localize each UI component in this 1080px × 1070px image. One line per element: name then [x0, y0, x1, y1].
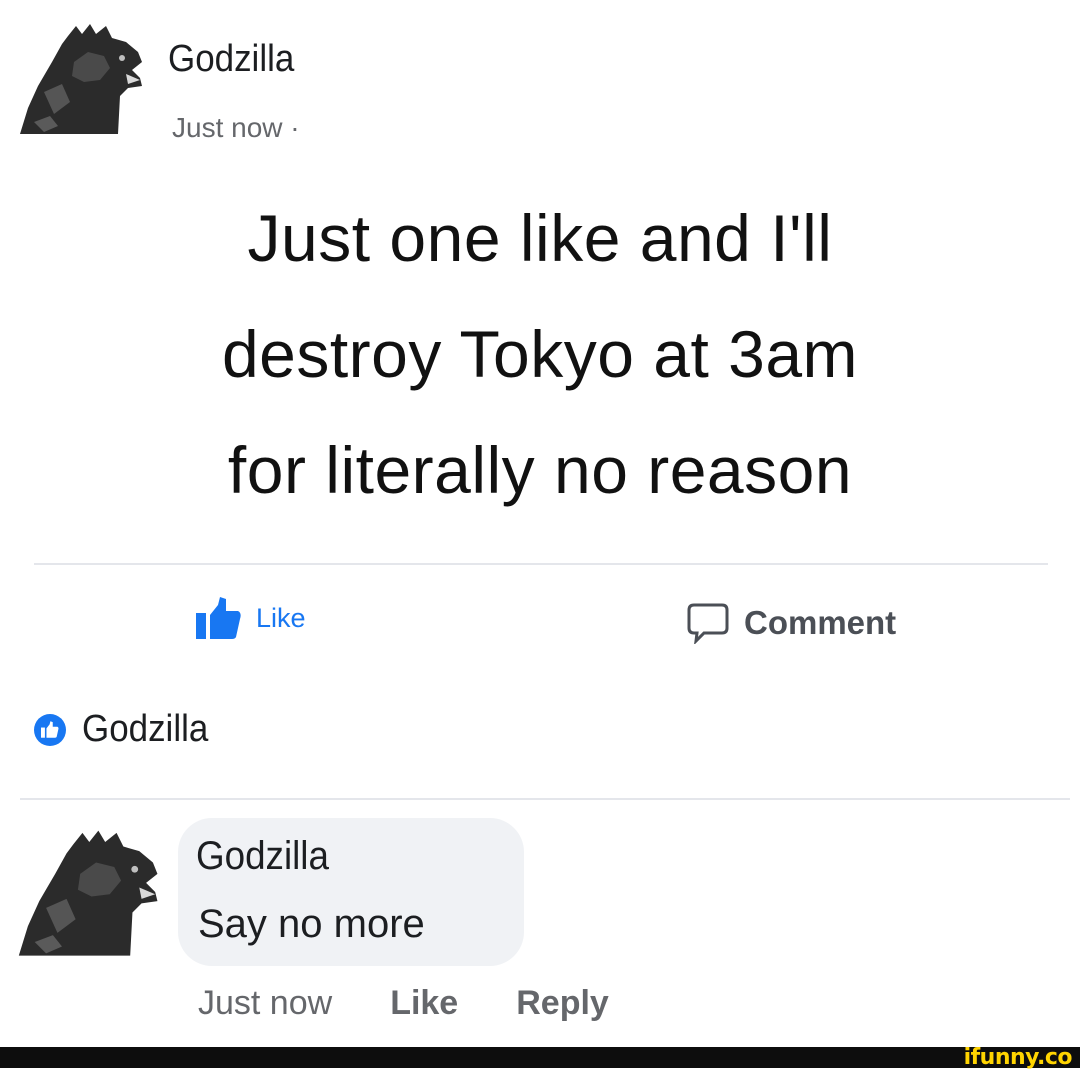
- post-body-line: Just one like and I'll: [247, 201, 833, 275]
- comment-meta: Just now Like Reply: [198, 984, 609, 1023]
- comment-author-name[interactable]: Godzilla: [196, 834, 329, 879]
- comment-label: Comment: [744, 604, 897, 641]
- post-body-line: for literally no reason: [227, 433, 853, 507]
- post-divider: [34, 563, 1048, 565]
- comment-reply-button[interactable]: Reply: [516, 984, 609, 1023]
- comment-like-button[interactable]: Like: [390, 984, 458, 1023]
- comment-timestamp[interactable]: Just now: [198, 984, 332, 1023]
- comment-button[interactable]: Comment: [686, 602, 896, 644]
- godzilla-avatar-icon[interactable]: [12, 828, 162, 956]
- reactions-summary[interactable]: Godzilla: [34, 708, 219, 751]
- comment-text: Say no more: [198, 902, 425, 946]
- post-author-name[interactable]: Godzilla: [168, 38, 294, 81]
- footer-bar: ifunny.co: [0, 1045, 1080, 1070]
- like-button[interactable]: Like: [196, 597, 306, 639]
- thumbs-up-icon: [196, 597, 241, 639]
- like-badge-icon: [34, 713, 66, 746]
- reaction-user-name[interactable]: Godzilla: [82, 708, 208, 751]
- comments-divider: [20, 798, 1070, 800]
- watermark-logo: ifunny.co: [963, 1045, 1073, 1070]
- godzilla-avatar-icon[interactable]: [14, 22, 146, 134]
- speech-bubble-icon: [687, 603, 729, 644]
- post-body-line: destroy Tokyo at 3am: [221, 317, 859, 391]
- post-body: Just one like and I'll destroy Tokyo at …: [30, 180, 1050, 528]
- post-timestamp[interactable]: Just now ·: [172, 112, 300, 144]
- like-label: Like: [256, 602, 306, 633]
